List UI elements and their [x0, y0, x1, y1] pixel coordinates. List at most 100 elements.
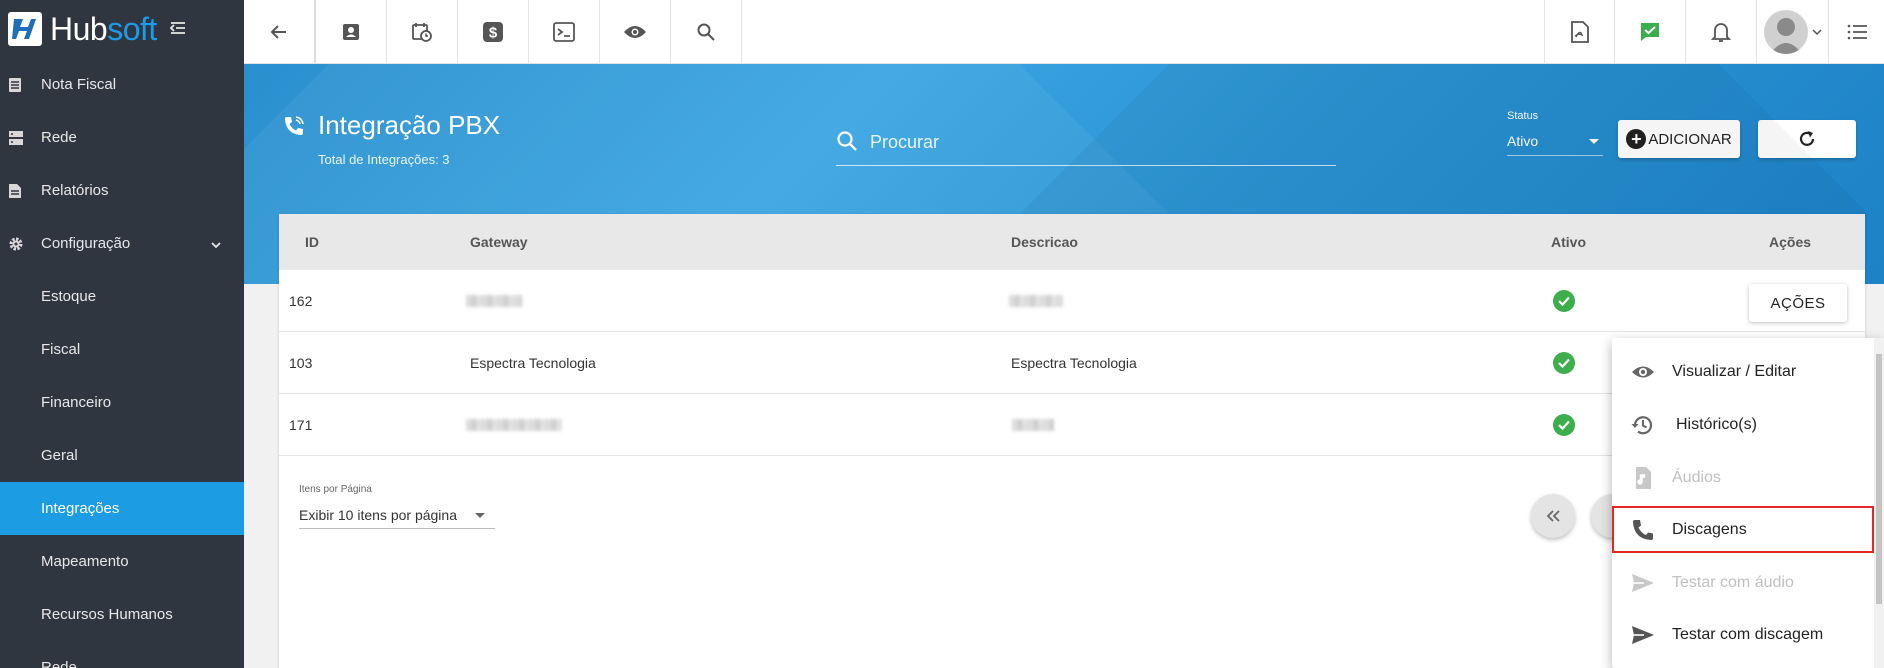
table-header: ID Gateway Descricao Ativo Ações: [279, 214, 1865, 270]
sidebar-item-integracoes[interactable]: Integrações: [0, 482, 244, 535]
items-per-page-label: Itens por Página: [299, 484, 372, 495]
refresh-button[interactable]: [1758, 120, 1856, 158]
user-menu[interactable]: [1756, 0, 1828, 63]
items-per-page-value: Exibir 10 itens por página: [299, 507, 457, 523]
hubsoft-logo-icon: [8, 12, 42, 46]
brand-soft: soft: [107, 10, 157, 47]
chat-check-icon: [1641, 22, 1659, 41]
status-label: Status: [1507, 110, 1539, 122]
sidebar-item-financeiro[interactable]: Financeiro: [0, 376, 244, 429]
sidebar-item-fiscal[interactable]: Fiscal: [0, 323, 244, 376]
menu-item-visualizar-editar[interactable]: Visualizar / Editar: [1612, 348, 1874, 395]
sidebar-item-label: Rede: [41, 129, 77, 146]
collapse-menu-icon[interactable]: [169, 19, 189, 39]
sidebar-item-label: Configuração: [41, 235, 131, 252]
send-icon: [1630, 622, 1656, 648]
brand-hub: Hub: [50, 10, 108, 47]
redacted-descricao: [1009, 294, 1063, 307]
menu-item-label: Áudios: [1672, 468, 1721, 486]
scrollbar-thumb[interactable]: [1876, 354, 1882, 604]
sidebar-item-label: Integrações: [41, 500, 120, 517]
avatar: [1763, 9, 1808, 54]
menu-item-audios[interactable]: Áudios: [1612, 454, 1874, 501]
search-icon: [836, 130, 858, 152]
sidebar-item-label: Rede: [41, 659, 77, 668]
menu-item-testar-com-audio[interactable]: Testar com áudio: [1612, 559, 1874, 606]
plus-circle-icon: +: [1626, 129, 1647, 149]
terminal-button[interactable]: [529, 0, 600, 63]
actions-button[interactable]: AÇÕES: [1749, 284, 1847, 322]
sidebar-item-label: Relatórios: [41, 182, 109, 199]
dollar-icon: $: [483, 21, 503, 42]
column-header-ativo: Ativo: [1551, 234, 1586, 250]
phone-icon: [1630, 517, 1656, 543]
notifications-button[interactable]: [1685, 0, 1756, 63]
brand: Hubsoft: [0, 0, 244, 58]
status-select[interactable]: Ativo: [1507, 126, 1603, 156]
sidebar-item-mapeamento[interactable]: Mapeamento: [0, 535, 244, 588]
pdf-button[interactable]: [1544, 0, 1614, 63]
messages-button[interactable]: [1614, 0, 1685, 63]
list-menu-button[interactable]: [1828, 0, 1884, 63]
menu-item-label: Testar com discagem: [1672, 625, 1824, 643]
financial-button[interactable]: $: [458, 0, 529, 63]
history-icon: [1630, 412, 1656, 438]
sidebar-item-label: Estoque: [41, 288, 97, 305]
cell-id: 171: [289, 416, 313, 433]
sidebar-item-label: Recursos Humanos: [41, 606, 173, 623]
schedule-button[interactable]: [387, 0, 458, 63]
sidebar-item-nota-fiscal[interactable]: Nota Fiscal: [0, 58, 244, 111]
first-page-button[interactable]: [1531, 494, 1575, 538]
menu-item-testar-com-discagem[interactable]: Testar com discagem: [1612, 611, 1874, 658]
menu-item-label: Histórico(s): [1676, 415, 1757, 433]
sidebar-nav: Nota Fiscal Rede Relatórios Configuração…: [0, 58, 244, 668]
column-header-acoes: Ações: [1769, 234, 1812, 250]
check-circle-icon: [1553, 289, 1575, 312]
sidebar-item-rede[interactable]: Rede: [0, 111, 244, 164]
sidebar-item-rede-2[interactable]: Rede: [0, 641, 244, 668]
search-button[interactable]: [671, 0, 742, 63]
menu-item-label: Testar com áudio: [1672, 573, 1794, 591]
bell-icon: [1711, 22, 1731, 42]
menu-item-label: Visualizar / Editar: [1672, 362, 1797, 380]
cell-descricao: Espectra Tecnologia: [1011, 354, 1137, 371]
check-circle-icon: [1553, 351, 1575, 374]
report-icon: [8, 183, 24, 199]
server-icon: [8, 130, 24, 146]
items-per-page-select[interactable]: Exibir 10 itens por página: [299, 501, 495, 529]
sidebar-item-label: Fiscal: [41, 341, 81, 358]
back-button[interactable]: [244, 0, 316, 63]
search-input[interactable]: [870, 126, 1330, 158]
cell-id: 162: [289, 292, 313, 309]
document-icon: [8, 77, 24, 93]
search-icon: [697, 23, 715, 41]
arrow-left-icon: [270, 24, 286, 39]
sidebar-item-geral[interactable]: Geral: [0, 429, 244, 482]
brand-name: Hubsoft: [50, 11, 157, 48]
column-header-gateway: Gateway: [470, 234, 528, 250]
sidebar-item-recursos-humanos[interactable]: Recursos Humanos: [0, 588, 244, 641]
menu-item-discagens[interactable]: Discagens: [1612, 506, 1874, 553]
menu-item-label: Discagens: [1672, 520, 1747, 538]
items-per-page: Itens por Página Exibir 10 itens por pág…: [299, 484, 495, 529]
menu-scrollbar[interactable]: [1874, 338, 1884, 668]
column-header-descricao: Descricao: [1011, 234, 1078, 250]
double-chevron-left-icon: [1546, 510, 1560, 522]
cell-id: 103: [289, 354, 313, 371]
sidebar-item-estoque[interactable]: Estoque: [0, 270, 244, 323]
sidebar-item-label: Financeiro: [41, 394, 112, 411]
list-icon: [1847, 24, 1867, 39]
add-button[interactable]: + ADICIONAR: [1618, 120, 1740, 158]
svg-text:$: $: [489, 24, 498, 41]
sidebar-item-configuracao[interactable]: Configuração: [0, 217, 244, 270]
sidebar-item-relatorios[interactable]: Relatórios: [0, 164, 244, 217]
eye-icon: [624, 25, 646, 38]
check-circle-icon: [1553, 413, 1575, 436]
chevron-down-icon: [210, 238, 222, 250]
dropdown-caret-icon: [475, 513, 485, 518]
view-button[interactable]: [600, 0, 671, 63]
menu-item-historicos[interactable]: Histórico(s): [1612, 401, 1874, 448]
contacts-button[interactable]: [316, 0, 387, 63]
terminal-icon: [553, 21, 575, 42]
refresh-icon: [1799, 131, 1815, 146]
